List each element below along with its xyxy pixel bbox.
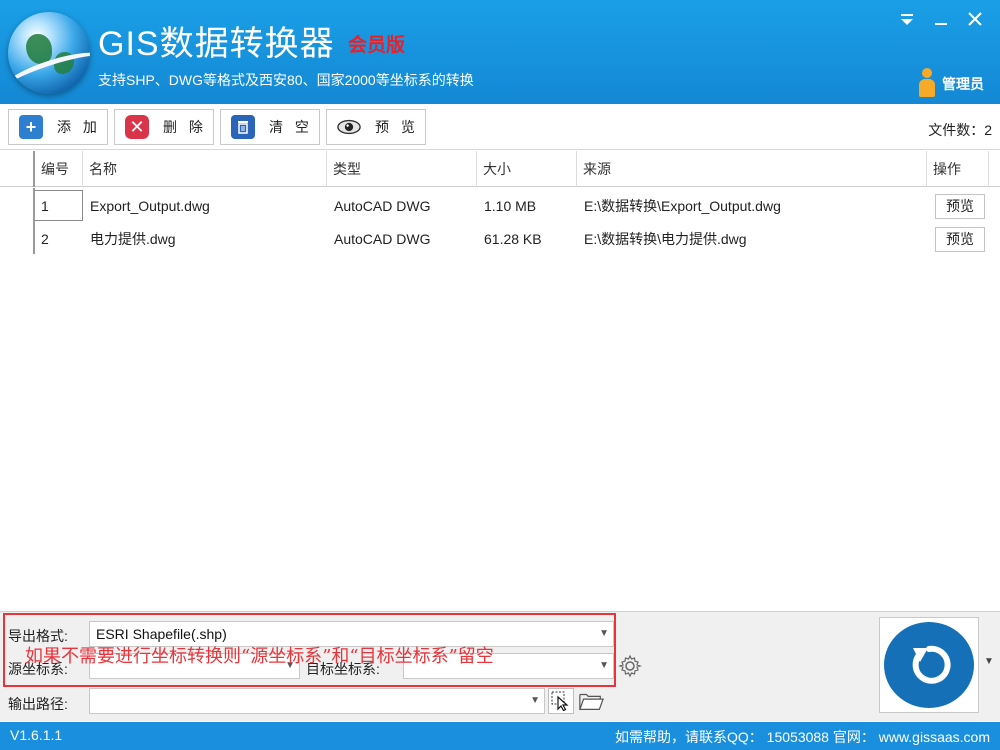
- convert-panel: [879, 617, 979, 713]
- user-label[interactable]: 管理员: [942, 74, 984, 94]
- source-crs-label: 源坐标系:: [8, 661, 68, 677]
- cell-source: E:\数据转换\电力提供.dwg: [584, 231, 747, 247]
- toolbar: + 添 加 ✕ 删 除 清 空 预 览 文件数：2: [0, 104, 1000, 150]
- globe-logo-icon: [8, 12, 90, 94]
- app-header: GIS数据转换器 会员版 支持SHP、DWG等格式及西安80、国家2000等坐标…: [0, 0, 1000, 104]
- chevron-down-icon: ▼: [285, 660, 295, 671]
- settings-panel: 导出格式: ESRI Shapefile(.shp) ▼ 源坐标系: ▼ 目标坐…: [0, 611, 1000, 721]
- chevron-down-icon: ▼: [599, 628, 609, 639]
- refresh-icon: [912, 645, 951, 684]
- table-header: 编号 名称 类型 大小 来源 操作: [0, 151, 1000, 187]
- cell-type: AutoCAD DWG: [334, 198, 431, 214]
- cell-name: Export_Output.dwg: [90, 198, 210, 214]
- cell-number: 2: [41, 231, 49, 247]
- delete-x-icon: ✕: [125, 115, 149, 139]
- menu-icon: [901, 14, 913, 25]
- pick-path-button[interactable]: [548, 688, 574, 714]
- chevron-down-icon: ▼: [599, 660, 609, 671]
- delete-button-label: 删 除: [163, 119, 207, 135]
- target-crs-label: 目标坐标系:: [306, 661, 380, 677]
- app-title: GIS数据转换器: [98, 25, 335, 63]
- user-icon[interactable]: [918, 68, 936, 98]
- clear-button-label: 清 空: [269, 119, 313, 135]
- output-path-label: 输出路径:: [8, 696, 68, 712]
- close-icon: [968, 12, 982, 26]
- preview-button-label: 预 览: [375, 119, 419, 135]
- cell-name: 电力提供.dwg: [90, 231, 176, 247]
- plus-icon: +: [19, 115, 43, 139]
- crs-settings-button[interactable]: [617, 653, 643, 679]
- column-header-number[interactable]: 编号: [33, 151, 83, 187]
- cell-number[interactable]: 1: [35, 190, 83, 221]
- status-bar: V1.6.1.1 如需帮助，请联系QQ： 15053088 官网： www.gi…: [0, 722, 1000, 750]
- delete-button[interactable]: ✕ 删 除: [114, 109, 214, 145]
- minimize-button[interactable]: [928, 8, 954, 34]
- table-row[interactable]: 2 电力提供.dwg AutoCAD DWG 61.28 KB E:\数据转换\…: [0, 223, 1000, 256]
- file-count: 文件数：2: [928, 122, 992, 138]
- column-header-name[interactable]: 名称: [83, 151, 327, 187]
- cell-type: AutoCAD DWG: [334, 231, 431, 247]
- menu-button[interactable]: [894, 8, 920, 34]
- add-button-label: 添 加: [57, 119, 101, 135]
- column-header-source[interactable]: 来源: [577, 151, 927, 187]
- add-button[interactable]: + 添 加: [8, 109, 108, 145]
- cell-source: E:\数据转换\Export_Output.dwg: [584, 198, 781, 214]
- column-header-type[interactable]: 类型: [327, 151, 477, 187]
- cell-size: 61.28 KB: [484, 231, 542, 247]
- app-subtitle: 支持SHP、DWG等格式及西安80、国家2000等坐标系的转换: [98, 72, 474, 88]
- convert-options-chevron-icon[interactable]: ▼: [984, 656, 994, 667]
- row-preview-button[interactable]: 预览: [935, 194, 985, 219]
- target-crs-select[interactable]: ▼: [403, 653, 614, 679]
- browse-folder-button[interactable]: [578, 688, 604, 714]
- eye-icon: [337, 115, 361, 139]
- export-format-select[interactable]: ESRI Shapefile(.shp) ▼: [89, 621, 614, 647]
- edition-badge: 会员版: [348, 35, 406, 56]
- cursor-select-icon: [551, 691, 569, 711]
- output-path-select[interactable]: ▼: [89, 688, 545, 714]
- chevron-down-icon: ▼: [530, 695, 540, 706]
- source-crs-select[interactable]: ▼: [89, 653, 300, 679]
- preview-button[interactable]: 预 览: [326, 109, 426, 145]
- gear-icon: [618, 654, 642, 678]
- folder-open-icon: [579, 693, 604, 710]
- file-table: 编号 名称 类型 大小 来源 操作 1 Export_Output.dwg Au…: [0, 151, 1000, 611]
- version-text: V1.6.1.1: [10, 727, 63, 743]
- column-header-action[interactable]: 操作: [927, 151, 989, 187]
- clear-button[interactable]: 清 空: [220, 109, 320, 145]
- row-preview-button[interactable]: 预览: [935, 227, 985, 252]
- trash-icon: [231, 115, 255, 139]
- cell-size: 1.10 MB: [484, 198, 537, 214]
- export-format-value: ESRI Shapefile(.shp): [96, 626, 227, 642]
- export-format-label: 导出格式:: [8, 628, 68, 644]
- close-button[interactable]: [962, 8, 988, 34]
- help-contact-text[interactable]: 如需帮助，请联系QQ： 15053088 官网： www.gissaas.com: [615, 727, 990, 747]
- convert-button[interactable]: [884, 622, 974, 708]
- column-header-size[interactable]: 大小: [477, 151, 577, 187]
- table-row[interactable]: 1 Export_Output.dwg AutoCAD DWG 1.10 MB …: [0, 190, 1000, 223]
- minimize-icon: [935, 23, 947, 25]
